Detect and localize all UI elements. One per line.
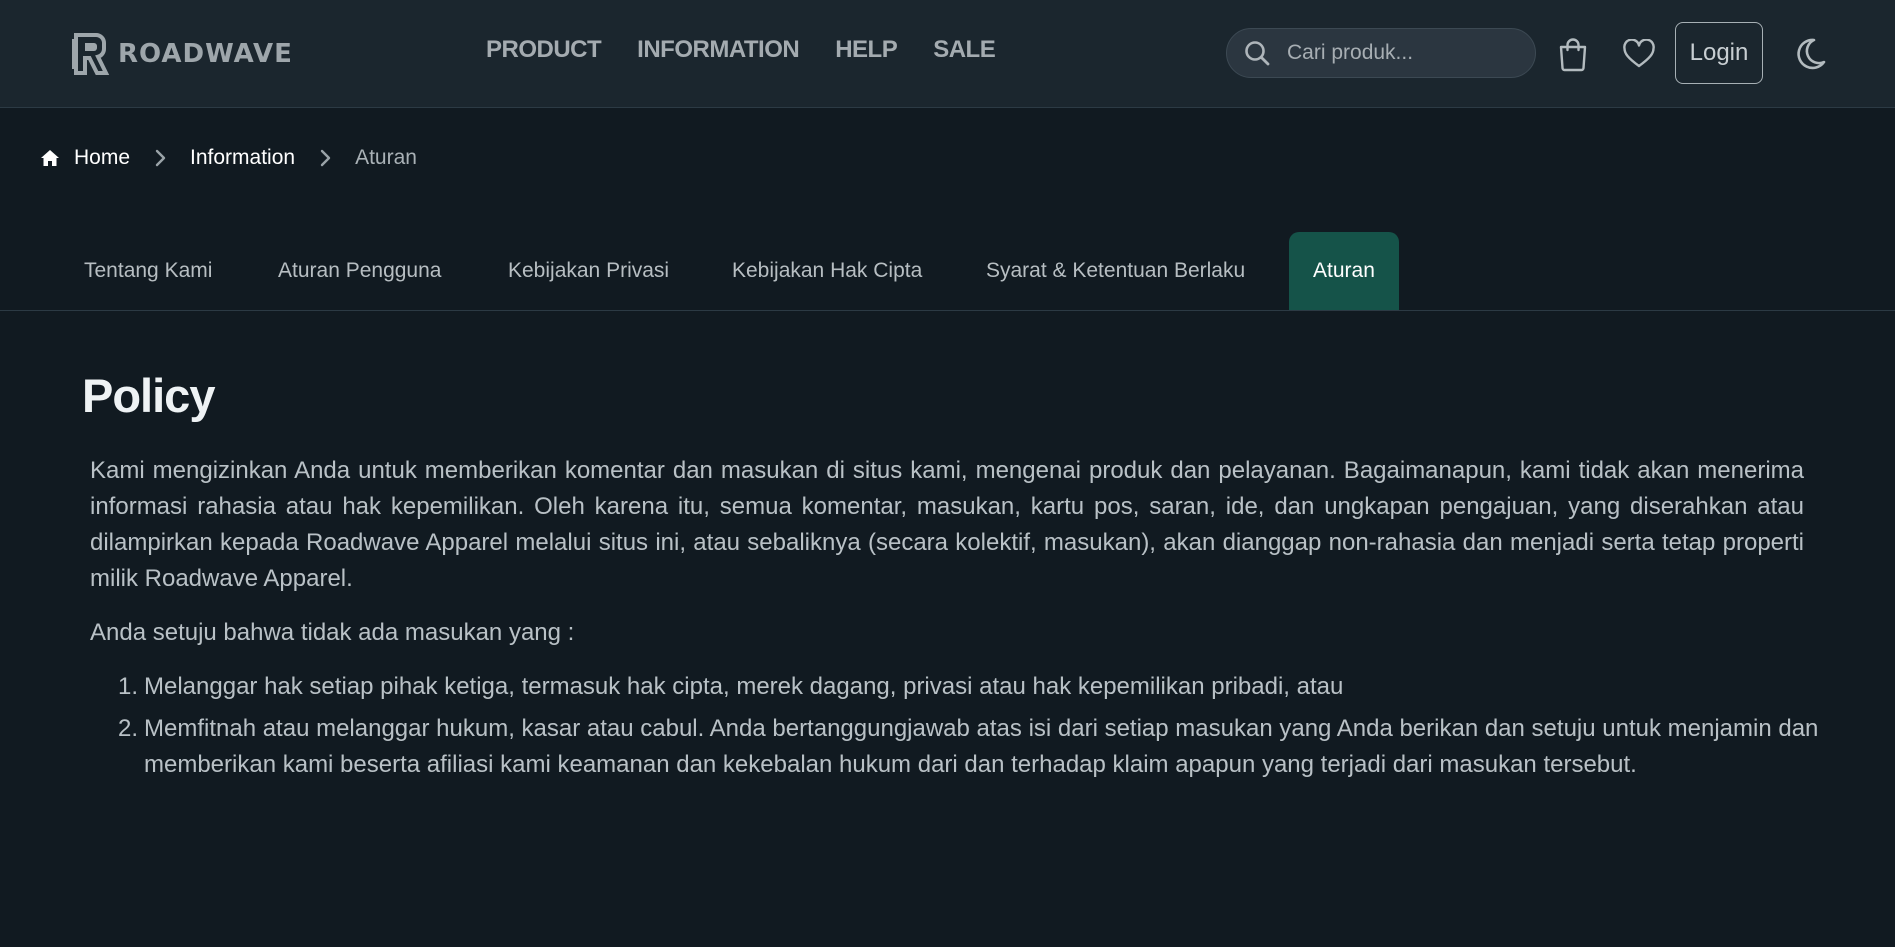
info-tabs: Tentang Kami Aturan Pengguna Kebijakan P… — [0, 232, 1895, 311]
list-item: 1. Melanggar hak setiap pihak ketiga, te… — [118, 669, 1844, 705]
breadcrumb: Home Information Aturan — [40, 145, 417, 171]
policy-content: Policy Kami mengizinkan Anda untuk membe… — [82, 368, 1818, 789]
tab-aturan-pengguna[interactable]: Aturan Pengguna — [254, 232, 465, 310]
search-input[interactable] — [1287, 41, 1517, 65]
rules-list: 1. Melanggar hak setiap pihak ketiga, te… — [118, 669, 1844, 783]
heart-icon — [1623, 39, 1655, 68]
tab-kebijakan-hak-cipta[interactable]: Kebijakan Hak Cipta — [708, 232, 946, 310]
chevron-right-icon — [155, 149, 166, 167]
theme-toggle-button[interactable] — [1790, 34, 1830, 74]
roadwave-logo-icon — [72, 33, 110, 75]
search-box — [1226, 28, 1536, 78]
cart-button[interactable] — [1553, 34, 1593, 74]
brand-name: ROADWAVE — [118, 39, 293, 69]
list-text: Melanggar hak setiap pihak ketiga, terma… — [144, 673, 1344, 700]
breadcrumb-information[interactable]: Information — [190, 146, 295, 170]
shopping-bag-icon — [1559, 38, 1587, 72]
page-title: Policy — [82, 369, 215, 422]
list-number: 1. — [118, 673, 139, 700]
search-icon[interactable] — [1243, 39, 1271, 67]
rules-intro: Anda setuju bahwa tidak ada masukan yang… — [90, 619, 575, 646]
home-icon — [41, 150, 59, 166]
wishlist-button[interactable] — [1619, 34, 1659, 74]
chevron-right-icon — [320, 149, 331, 167]
tab-tentang-kami[interactable]: Tentang Kami — [60, 232, 236, 310]
brand-logo[interactable]: ROADWAVE — [70, 30, 293, 78]
list-item: 2. Memfitnah atau melanggar hukum, kasar… — [118, 711, 1844, 783]
nav-item-sale[interactable]: SALE — [933, 36, 996, 64]
breadcrumb-current: Aturan — [355, 146, 417, 169]
tab-kebijakan-privasi[interactable]: Kebijakan Privasi — [484, 232, 693, 310]
moon-icon — [1797, 38, 1826, 70]
tab-aturan[interactable]: Aturan — [1289, 232, 1399, 310]
main-nav: PRODUCT INFORMATION HELP SALE — [486, 36, 1031, 64]
nav-item-product[interactable]: PRODUCT — [486, 36, 602, 64]
list-text: Memfitnah atau melanggar hukum, kasar at… — [144, 715, 1819, 778]
nav-item-help[interactable]: HELP — [835, 36, 898, 64]
site-header: ROADWAVE PRODUCT INFORMATION HELP SALE L… — [0, 0, 1895, 108]
nav-item-information[interactable]: INFORMATION — [637, 36, 800, 64]
tab-syarat-ketentuan[interactable]: Syarat & Ketentuan Berlaku — [962, 232, 1269, 310]
list-number: 2. — [118, 715, 139, 742]
breadcrumb-home[interactable]: Home — [74, 146, 130, 170]
policy-paragraph: Kami mengizinkan Anda untuk memberikan k… — [90, 457, 1804, 592]
login-button[interactable]: Login — [1675, 22, 1763, 84]
